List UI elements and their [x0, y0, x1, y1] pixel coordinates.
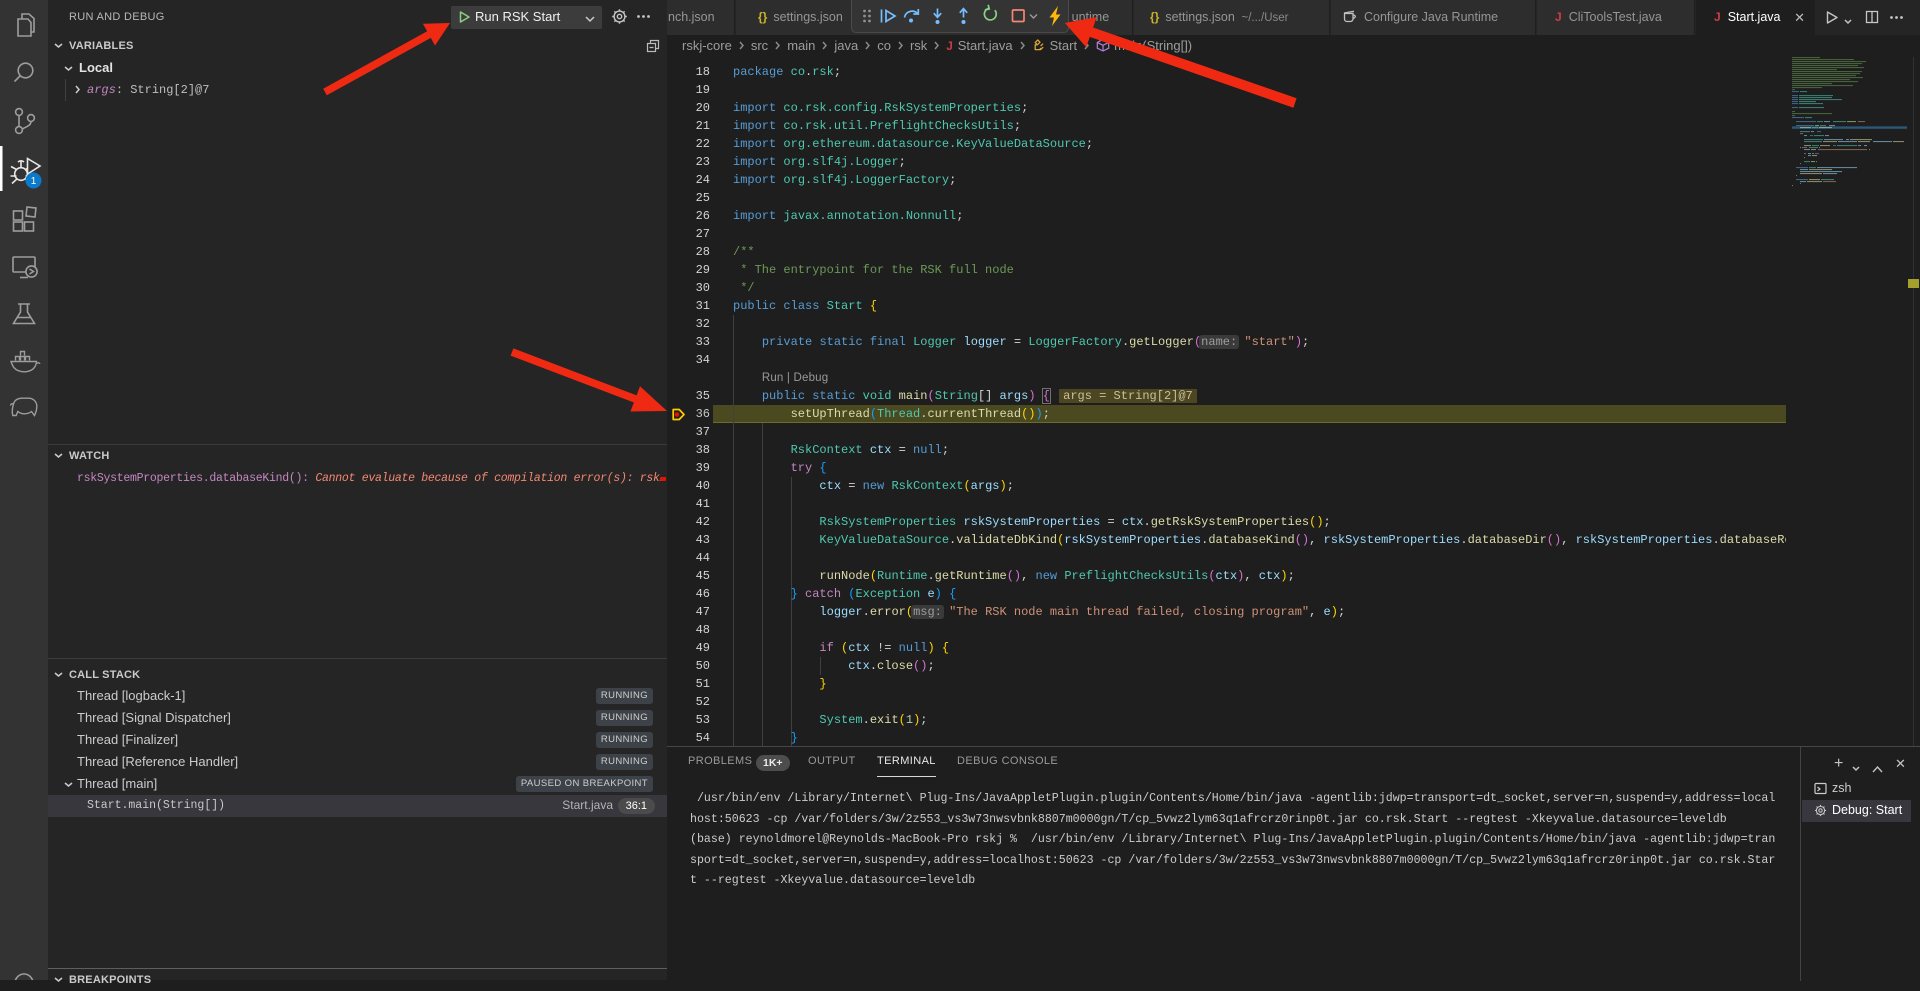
svg-text:1: 1: [31, 176, 37, 187]
